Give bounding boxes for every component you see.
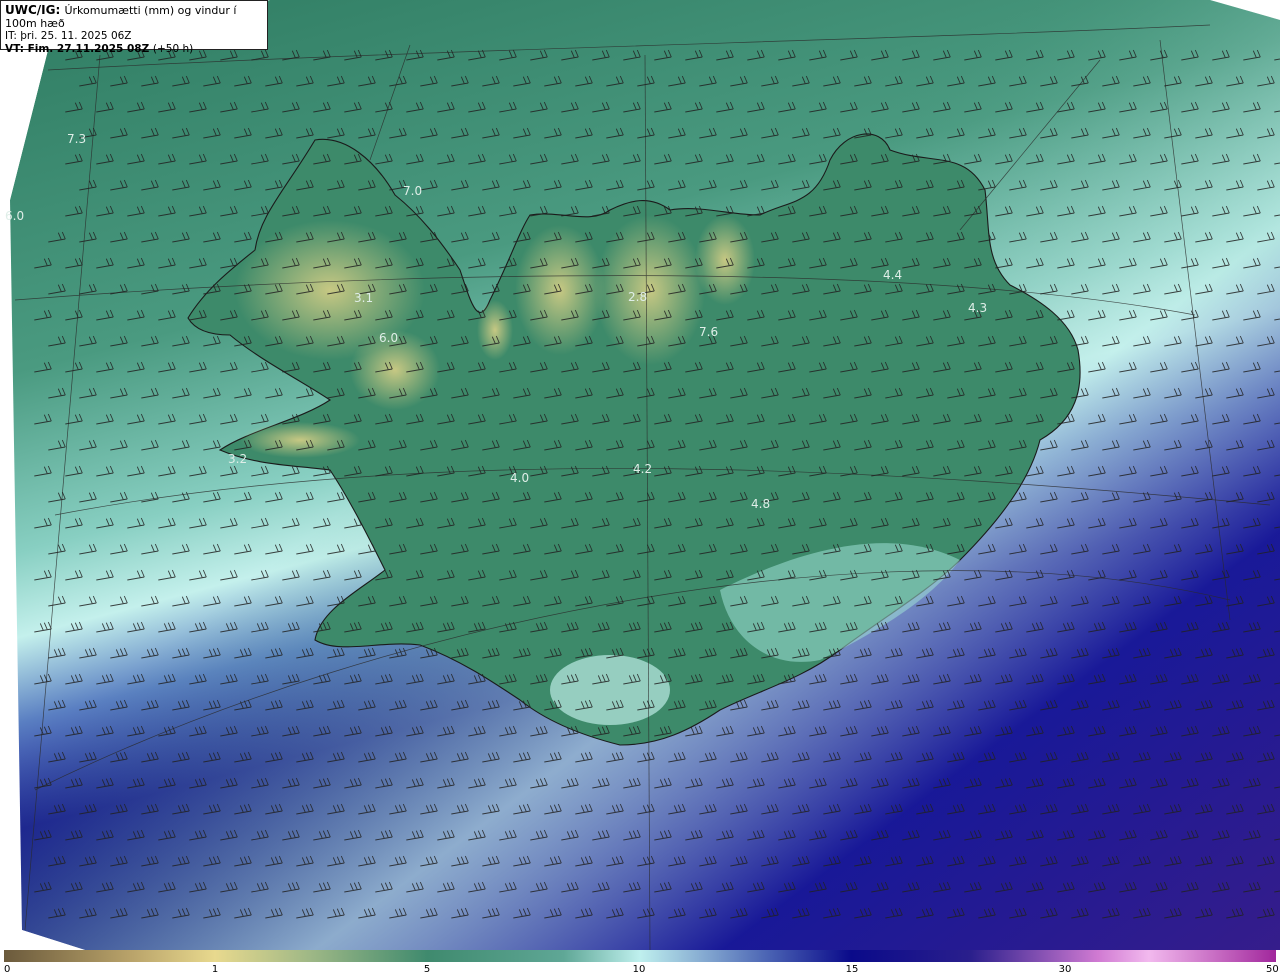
map-label: 6.0 [5, 209, 24, 223]
colorbar [4, 950, 1276, 962]
init-time: IT: þri. 25. 11. 2025 06Z [5, 30, 132, 42]
colorbar-tick: 30 [1058, 964, 1072, 975]
forecast-lead: (+50 h) [152, 43, 194, 55]
south-glacier-light-zone [550, 655, 670, 725]
map-label: 7.6 [699, 325, 718, 339]
snaefellsnes-high-zone [240, 422, 360, 458]
map-label: 3.2 [228, 452, 247, 466]
valid-time: VT: Fim. 27.11.2025 08Z (+50 h) [5, 43, 263, 56]
colorbar-tick: 50 [1266, 964, 1279, 975]
precipitable-water-map: 7.3 6.0 7.0 3.1 6.0 2.8 7.6 4.4 4.3 3.2 … [0, 0, 1280, 950]
map-label: 6.0 [379, 331, 398, 345]
colorbar-tick: 5 [423, 964, 431, 975]
map-label: 4.4 [883, 268, 902, 282]
map-label: 4.3 [968, 301, 987, 315]
colorbar-tick: 0 [4, 964, 11, 975]
map-label: 3.1 [354, 291, 373, 305]
north-high-zone-4 [477, 300, 513, 360]
map-label: 7.0 [403, 184, 422, 198]
colorbar-ticks: 0 1 5 10 15 30 50 [0, 962, 1280, 978]
product-code: UWC/IG: [5, 3, 61, 17]
map-label: 7.3 [67, 132, 86, 146]
valid-time-value: VT: Fim. 27.11.2025 08Z [5, 43, 150, 55]
colorbar-tick: 1 [211, 964, 219, 975]
map-label: 4.0 [510, 471, 529, 485]
map-title: UWC/IG: Úrkomumætti (mm) og vindur í 100… [5, 3, 263, 31]
map-title-box: UWC/IG: Úrkomumætti (mm) og vindur í 100… [0, 0, 268, 55]
colorbar-tick: 15 [845, 964, 859, 975]
map-label: 4.2 [633, 462, 652, 476]
map-label: 2.8 [628, 290, 647, 304]
map-label: 4.8 [751, 497, 770, 511]
colorbar-tick: 10 [632, 964, 646, 975]
